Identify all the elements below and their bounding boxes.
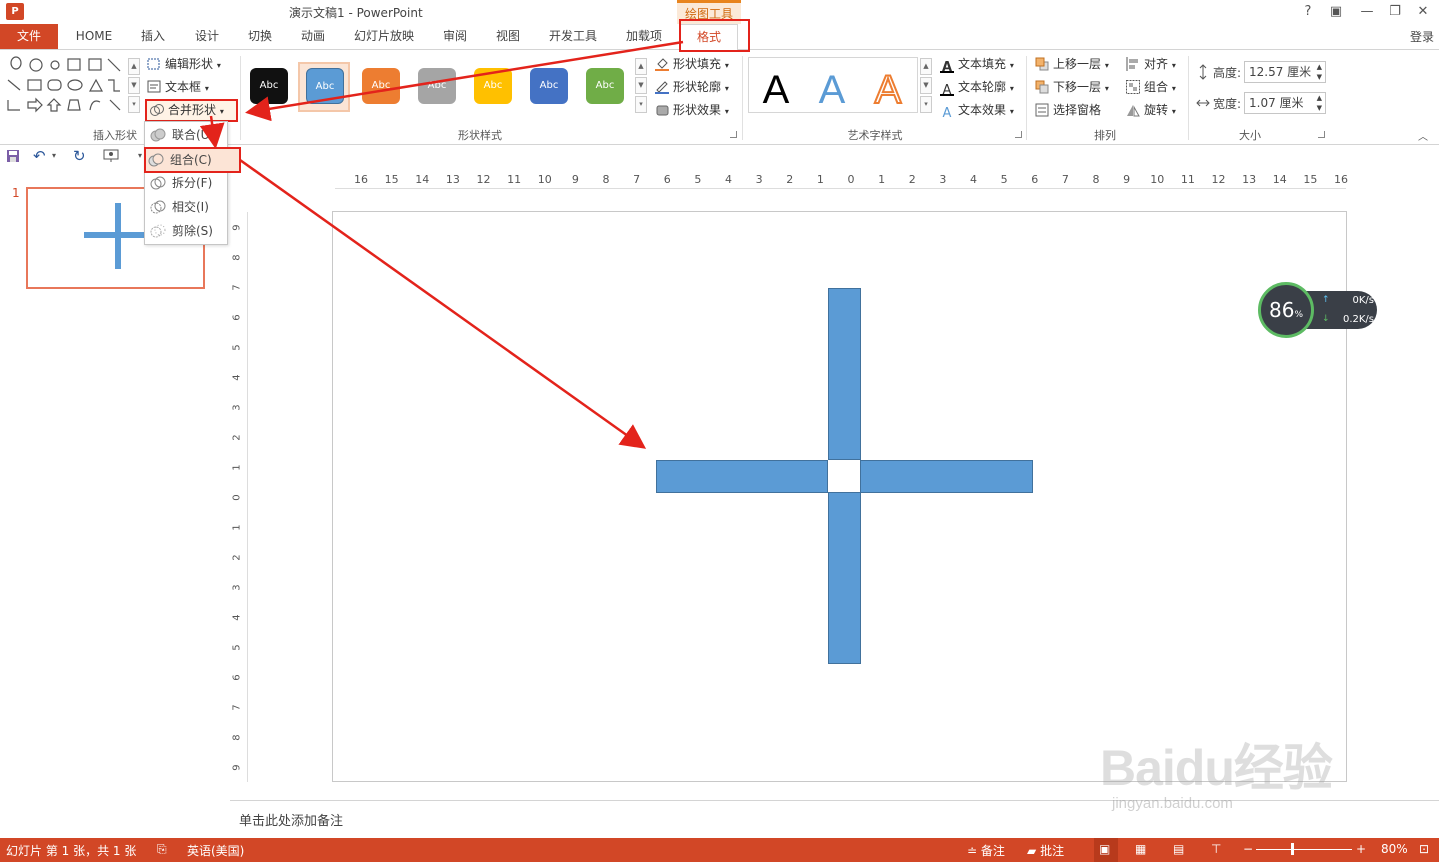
slide-count-status[interactable]: 幻灯片 第 1 张，共 1 张 <box>6 842 136 859</box>
comment-icon: ▰ <box>1027 844 1037 858</box>
memory-usage-gauge[interactable]: 86% <box>1258 282 1314 338</box>
comments-toggle[interactable]: ▰ 批注 <box>1027 842 1064 859</box>
zoom-level[interactable]: 80% <box>1381 842 1408 856</box>
notes-icon: ≐ <box>967 844 978 858</box>
gauge-percent: 86 <box>1268 298 1295 322</box>
baidu-watermark-url: jingyan.baidu.com <box>1112 795 1233 812</box>
baidu-watermark: Baidu经验 <box>1100 740 1333 796</box>
fit-to-window-icon[interactable]: ⊡ <box>1419 842 1429 856</box>
notes-placeholder[interactable]: 单击此处添加备注 <box>239 810 343 829</box>
arrow-format-to-merge <box>245 40 684 122</box>
normal-view-icon[interactable]: ▣ <box>1099 842 1110 856</box>
download-speed: 0.2K/s <box>1342 314 1374 325</box>
comments-toggle-label: 批注 <box>1040 844 1065 858</box>
gauge-percent-unit: % <box>1294 310 1303 320</box>
zoom-slider-thumb[interactable] <box>1291 843 1294 855</box>
reading-view-icon[interactable]: ▤ <box>1173 842 1184 856</box>
slideshow-icon[interactable]: ⊤ <box>1211 842 1221 856</box>
zoom-slider-track[interactable] <box>1256 849 1352 850</box>
notes-toggle-label: 备注 <box>980 844 1005 858</box>
download-arrow-icon: ↓ <box>1322 314 1330 324</box>
notes-toggle[interactable]: ≐ 备注 <box>967 842 1005 859</box>
upload-speed: 0K/s <box>1352 295 1375 306</box>
arrow-combine-to-shape <box>239 158 647 449</box>
zoom-in-icon[interactable]: + <box>1356 842 1366 856</box>
spell-check-icon[interactable]: ⎘ <box>157 842 167 857</box>
upload-arrow-icon: ↑ <box>1322 295 1330 305</box>
zoom-out-icon[interactable]: − <box>1243 842 1253 856</box>
language-status[interactable]: 英语(美国) <box>187 842 244 859</box>
slide-sorter-icon[interactable]: ▦ <box>1135 842 1146 856</box>
arrow-merge-to-combine <box>199 115 225 149</box>
notes-pane[interactable] <box>230 800 1439 838</box>
